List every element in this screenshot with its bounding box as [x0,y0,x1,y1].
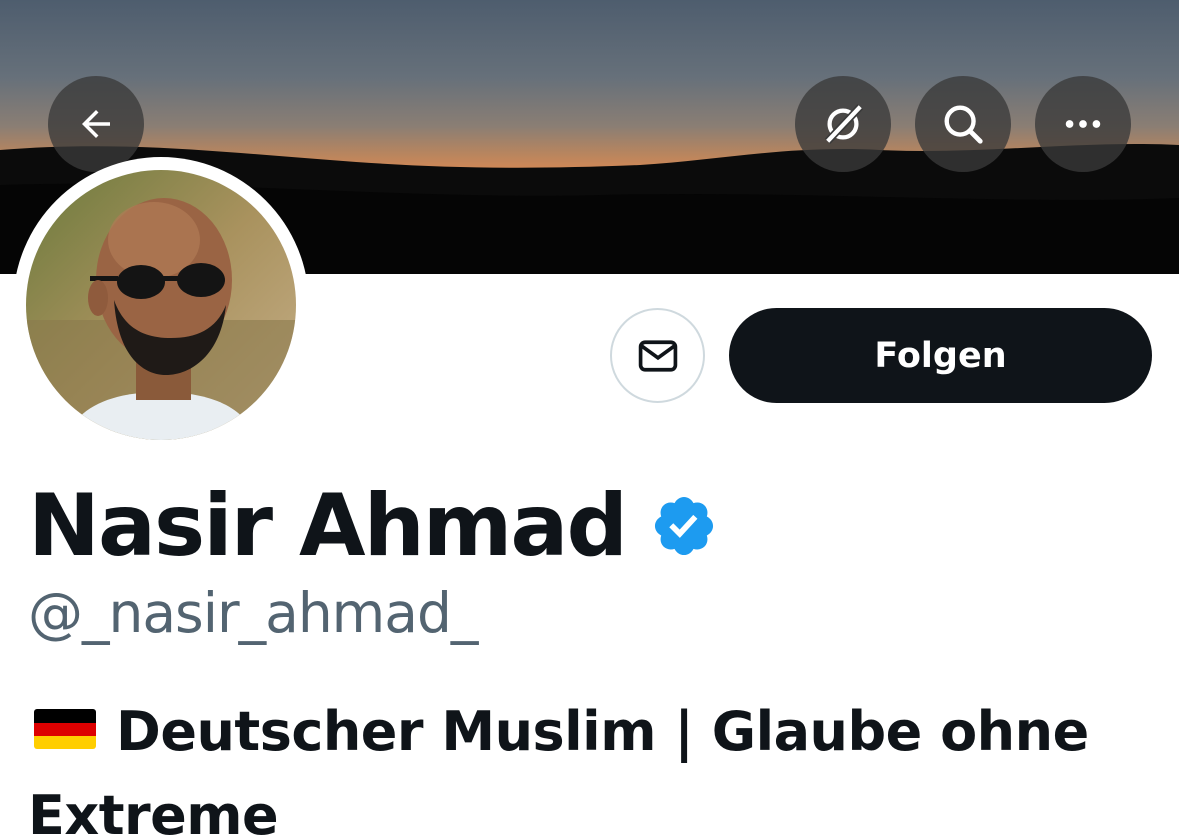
flag-germany-icon [34,709,96,750]
verified-badge-icon[interactable] [650,492,718,560]
avatar[interactable] [13,157,309,453]
message-button[interactable] [610,308,705,403]
grok-icon [824,104,864,144]
more-horizontal-icon [1065,120,1101,128]
avatar-image [26,170,296,440]
name-row: Nasir Ahmad [28,478,718,573]
bio-text: Deutscher Muslim | Glaube ohne Extreme [28,700,1089,840]
profile-handle: @_nasir_ahmad_ [28,581,478,645]
display-name: Nasir Ahmad [28,475,628,576]
search-button[interactable] [915,76,1011,172]
profile-bio: Deutscher Muslim | Glaube ohne Extreme [28,690,1148,840]
grok-button[interactable] [795,76,891,172]
back-button[interactable] [48,76,144,172]
envelope-icon [638,339,677,372]
avatar-portrait [26,170,296,440]
more-button[interactable] [1035,76,1131,172]
arrow-left-icon [82,110,110,138]
follow-button[interactable]: Folgen [729,308,1152,403]
search-icon [944,105,983,144]
